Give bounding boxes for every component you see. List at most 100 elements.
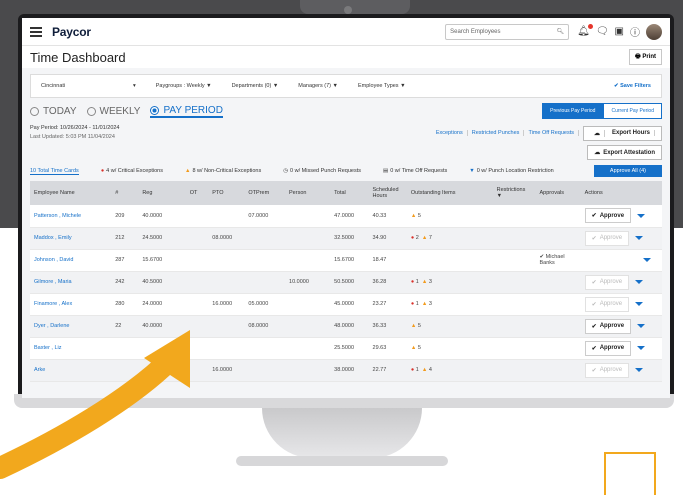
col-reg[interactable]: Reg xyxy=(138,181,186,205)
cell-restrictions xyxy=(492,249,536,272)
print-button[interactable]: 🖶︎ Print xyxy=(628,49,662,65)
time-off-requests-link[interactable]: Time Off Requests xyxy=(524,130,579,136)
departments-filter[interactable]: Departments (0) ▼ xyxy=(232,83,279,89)
cell-actions: ✔ Approve xyxy=(580,359,662,382)
cell-outstanding[interactable]: ▲ 5 xyxy=(406,315,493,338)
cell-person: 10.0000 xyxy=(285,271,331,294)
table-row: Johnson , David 287 15.6700 15.6700 18.47 ✔ M… xyxy=(30,249,662,272)
missed-punch-tab[interactable]: ◷ 0 w/ Missed Punch Requests xyxy=(283,168,361,174)
cell-name[interactable]: Maddox , Emily xyxy=(30,227,112,250)
cell-actions: ✔ Approve xyxy=(580,315,662,338)
sort-icon[interactable]: ▼ xyxy=(497,193,502,199)
search-input[interactable]: Search Employees 🔍︎ xyxy=(445,23,570,40)
export-hours-button[interactable]: ☁ Export Hours xyxy=(582,125,662,141)
top-bar: Paycor Search Employees 🔍︎ 🔔︎ 🗨︎ ▣ ⓘ xyxy=(22,18,670,46)
cell-outstanding[interactable] xyxy=(406,249,493,272)
col-pto[interactable]: PTO xyxy=(208,181,245,205)
approve-label: Approve xyxy=(599,345,625,351)
expand-row-icon[interactable] xyxy=(637,324,646,329)
critical-count: 1 xyxy=(415,367,419,373)
bell-icon[interactable]: 🔔︎ xyxy=(577,24,593,37)
cell-name[interactable]: Baxter , Liz xyxy=(30,337,112,360)
location-filter[interactable]: Cincinnati xyxy=(41,83,113,89)
col-otprem[interactable]: OTPrem xyxy=(244,181,286,205)
background-notch xyxy=(300,0,410,14)
expand-row-icon[interactable] xyxy=(637,346,646,351)
expand-row-icon[interactable] xyxy=(637,213,646,218)
approve-button[interactable]: ✔ Approve xyxy=(584,274,630,290)
menu-icon[interactable] xyxy=(30,26,42,37)
title-row: Time Dashboard 🖶︎ Print xyxy=(22,46,670,68)
critical-label: 4 w/ Critical Exceptions xyxy=(106,168,163,174)
col-restrictions[interactable]: Restrictions ▼ xyxy=(492,181,536,205)
filter-bar: Cincinnati ▾ Paygroups : Weekly ▼ Depart… xyxy=(30,74,662,98)
restricted-punches-link[interactable]: Restricted Punches xyxy=(468,130,525,136)
approve-button[interactable]: ✔ Approve xyxy=(584,362,630,378)
approve-button[interactable]: ✔ Approve xyxy=(584,208,632,224)
col-employee-name[interactable]: Employee Name xyxy=(30,181,112,205)
col-approvals[interactable]: Approvals xyxy=(535,181,581,205)
cell-outstanding[interactable]: ▲ 5 xyxy=(406,205,493,228)
col-total[interactable]: Total xyxy=(330,181,369,205)
exceptions-link[interactable]: Exceptions xyxy=(432,130,468,136)
expand-row-icon[interactable] xyxy=(635,368,644,373)
cell-name[interactable]: Patterson , Michele xyxy=(30,205,112,228)
clock-icon: ◷ xyxy=(283,168,289,174)
radio-today[interactable]: TODAY xyxy=(30,106,77,117)
radio-pay-period[interactable]: PAY PERIOD xyxy=(150,105,223,118)
col-outstanding[interactable]: Outstanding Items xyxy=(406,181,493,205)
critical-exceptions-tab[interactable]: ● 4 w/ Critical Exceptions xyxy=(101,168,163,174)
cell-outstanding[interactable]: ● 1 ▲ 3 xyxy=(406,293,493,316)
employee-types-filter[interactable]: Employee Types ▼ xyxy=(358,83,406,89)
previous-pay-period-button[interactable]: Previous Pay Period xyxy=(542,103,604,119)
last-updated: Last Updated: 5:03 PM 11/04/2024 xyxy=(30,134,115,140)
managers-filter[interactable]: Managers (7) ▼ xyxy=(298,83,338,89)
approve-all-button[interactable]: Approve All (4) xyxy=(593,165,662,177)
approve-label: Approve xyxy=(599,235,623,241)
cell-total: 38.0000 xyxy=(330,359,369,382)
cell-name[interactable]: Johnson , David xyxy=(30,249,112,272)
cell-outstanding[interactable]: ● 1 ▲ 3 xyxy=(406,271,493,294)
col-ot[interactable]: OT xyxy=(185,181,209,205)
export-attestation-button[interactable]: ☁ Export Attestation xyxy=(587,145,662,160)
cell-outstanding[interactable]: ● 2 ▲ 7 xyxy=(406,227,493,250)
expand-row-icon[interactable] xyxy=(635,236,644,241)
approve-button[interactable]: ✔ Approve xyxy=(584,318,632,334)
expand-row-icon[interactable] xyxy=(635,280,644,285)
cell-approvals xyxy=(535,271,581,294)
monitor-stand xyxy=(262,408,422,458)
total-time-cards-tab[interactable]: 10 Total Time Cards xyxy=(30,168,79,175)
save-filters-button[interactable]: ✔ Save Filters xyxy=(614,83,651,89)
approve-button[interactable]: ✔ Approve xyxy=(584,230,630,246)
warning-count: 7 xyxy=(428,235,432,241)
expand-row-icon[interactable] xyxy=(642,257,651,262)
help-icon[interactable]: ⓘ xyxy=(630,24,640,39)
cell-outstanding[interactable]: ▲ 5 xyxy=(406,337,493,360)
time-off-tab[interactable]: ▤ 0 w/ Time Off Requests xyxy=(383,168,447,174)
col-scheduled[interactable]: Scheduled Hours xyxy=(368,181,407,205)
location-dropdown-icon[interactable]: ▾ xyxy=(133,83,136,89)
cell-otprem xyxy=(244,359,286,382)
cell-name[interactable]: Dyer , Darlene xyxy=(30,315,112,338)
noncritical-exceptions-tab[interactable]: ▲ 8 w/ Non-Critical Exceptions xyxy=(185,168,261,174)
decorative-square xyxy=(604,452,656,495)
approve-button[interactable]: ✔ Approve xyxy=(584,296,630,312)
cell-name[interactable]: Gilmore , Maria xyxy=(30,271,112,294)
warning-count: 3 xyxy=(428,279,432,285)
paycor-logo[interactable]: Paycor xyxy=(52,25,91,39)
col-person[interactable]: Person xyxy=(285,181,331,205)
col-number[interactable]: # xyxy=(111,181,139,205)
chat-icon[interactable]: 🗨︎ xyxy=(596,26,609,37)
search-icon[interactable]: 🔍︎ xyxy=(557,28,565,35)
punch-location-tab[interactable]: ▼ 0 w/ Punch Location Restriction xyxy=(469,168,554,174)
cell-name[interactable]: Arke xyxy=(30,359,112,382)
paygroups-filter[interactable]: Paygroups : Weekly ▼ xyxy=(156,83,212,89)
approve-button[interactable]: ✔ Approve xyxy=(584,340,632,356)
current-pay-period-button[interactable]: Current Pay Period xyxy=(603,103,662,119)
calendar-icon[interactable]: ▣ xyxy=(615,26,624,37)
expand-row-icon[interactable] xyxy=(635,302,644,307)
avatar[interactable] xyxy=(646,23,662,40)
cell-outstanding[interactable]: ● 1 ▲ 4 xyxy=(406,359,493,382)
cell-name[interactable]: Finamore , Alex xyxy=(30,293,112,316)
radio-weekly[interactable]: WEEKLY xyxy=(86,106,140,117)
